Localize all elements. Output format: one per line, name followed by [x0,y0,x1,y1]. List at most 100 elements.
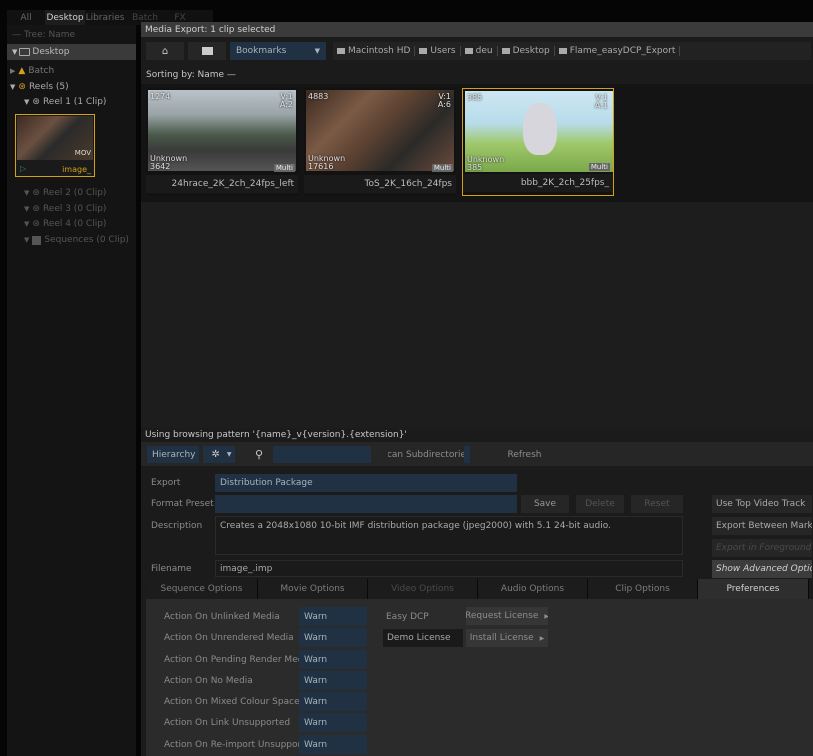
pref-label: Action On Mixed Colour Space [164,696,300,707]
export-between-marks-button[interactable]: Export Between Marks [712,517,812,535]
tree-item-reel3[interactable]: ▼ ⊛ Reel 3 (0 Clip) [24,202,106,216]
expand-arrow-icon: ▼ [12,48,18,56]
multi-badge: Multi [431,164,453,172]
request-license-button[interactable]: Request License ▶ [466,607,548,625]
pref-value-dropdown[interactable]: Warn [299,713,367,732]
pref-value-dropdown[interactable]: Warn [299,735,367,754]
delete-button[interactable]: Delete [576,495,624,513]
tree-item-reel4[interactable]: ▼ ⊛ Reel 4 (0 Clip) [24,217,106,231]
show-advanced-options-button[interactable]: Show Advanced Options [712,560,812,578]
scan-subdirectories-button[interactable]: Scan Subdirectories [388,446,470,463]
multi-badge: Multi [273,164,295,172]
sorting-label[interactable]: Sorting by: Name — [146,70,236,80]
reel-icon: ⊛ [18,82,26,92]
tree-item-sequences[interactable]: ▼ Sequences (0 Clip) [24,233,129,247]
bookmarks-dropdown[interactable]: Bookmarks ▼ [230,42,326,60]
settings-dropdown[interactable]: ✲ ▼ [203,446,235,463]
format-preset-label: Format Preset [151,499,214,509]
character-shape [523,103,557,155]
home-button[interactable]: ⌂ [146,42,184,60]
pref-row: Action On No Media Warn [164,671,367,690]
description-field[interactable]: Creates a 2048x1080 10-bit IMF distribut… [215,516,683,555]
tree-item-label: Reel 4 (0 Clip) [42,219,107,229]
tab-preferences[interactable]: Preferences [698,579,809,599]
tree-item-reel2[interactable]: ▼ ⊛ Reel 2 (0 Clip) [24,186,106,200]
tab-all[interactable]: All [7,10,45,25]
clip-format-badge: MOV [74,149,91,157]
tab-desktop[interactable]: Desktop [45,10,85,25]
request-license-label: Request License [466,611,539,621]
hierarchy-dropdown[interactable]: Hierarchy [147,446,199,463]
path-segment-5[interactable]: Flame_easyDCP_Export [555,46,681,56]
bookmarks-label: Bookmarks [236,46,287,56]
tree-item-batch[interactable]: ▶ ▲ Batch [10,64,54,78]
install-license-button[interactable]: Install License ▶ [466,629,548,647]
pref-value-dropdown[interactable]: Warn [299,607,367,626]
clip-frame-label: 385 [467,93,483,102]
play-icon[interactable]: ▷ [20,164,26,173]
expand-arrow-icon: ▼ [24,236,30,244]
format-preset-field[interactable] [215,495,517,513]
pref-label: Action On Link Unsupported [164,717,291,728]
clip-card[interactable]: 1274 V:1 A:2 Unknown 3642 Multi 24hrace_… [146,88,298,196]
tree-item-reel1[interactable]: ▼ ⊛ Reel 1 (1 Clip) [24,95,106,109]
clip-frame-label: 1274 [150,92,171,101]
license-status-field: Demo License [383,629,463,647]
clip-audio-tracks: A:2 [279,100,293,109]
path-segment-1[interactable]: Macintosh HD [333,46,416,56]
tab-sequence-options[interactable]: Sequence Options [146,579,258,599]
filename-field[interactable]: image_.imp [215,560,683,577]
folder-icon [19,48,31,56]
clip-card[interactable]: 4883 V:1 A:6 Unknown 17616 Multi ToS_2K_… [304,88,456,196]
tree-root-row[interactable]: ▼ Desktop [7,44,136,60]
tab-audio-options[interactable]: Audio Options [478,579,588,599]
chevron-right-icon: ▶ [544,612,548,620]
tree-root-label: Desktop [32,47,70,57]
tab-movie-options[interactable]: Movie Options [258,579,368,599]
tab-video-options[interactable]: Video Options [368,579,478,599]
tab-libraries[interactable]: Libraries [85,10,125,25]
media-export-title: Media Export: 1 clip selected [141,22,813,37]
tab-clip-options[interactable]: Clip Options [588,579,698,599]
pref-value-dropdown[interactable]: Warn [299,692,367,711]
export-in-foreground-button[interactable]: Export in Foreground [712,539,812,557]
search-icon[interactable]: ⚲ [255,446,269,463]
path-segment-3[interactable]: deu [461,46,498,56]
browse-pattern-label: Using browsing pattern '{name}_v{version… [145,430,407,440]
clip-count-label: 17616 [308,162,334,171]
folder-icon [464,48,473,54]
batch-icon: ▲ [18,66,26,76]
use-top-video-track-button[interactable]: Use Top Video Track [712,495,812,513]
tree-item-label: Reel 3 (0 Clip) [42,204,107,214]
path-segment-2[interactable]: Users [415,46,461,56]
clip-card-selected[interactable]: 385 V:1 A:1 Unknown 385 Multi bbb_2K_2ch… [462,88,614,196]
export-type-field[interactable]: Distribution Package [215,474,517,492]
clip-thumb-label: image_ [62,165,91,174]
tree-item-reels[interactable]: ▼ ⊛ Reels (5) [10,80,69,94]
tree-item-label: Reel 2 (0 Clip) [42,188,107,198]
path-segment-4[interactable]: Desktop [498,46,555,56]
search-input[interactable] [273,446,371,463]
tree-item-label: Batch [28,66,55,76]
clip-thumbnail[interactable]: MOV ▷ image_ [15,114,95,177]
pref-label: Action On Unlinked Media [164,611,280,622]
folder-icon [419,48,428,54]
expand-arrow-icon: ▼ [10,83,16,91]
folder-icon [337,48,345,54]
folder-icon [501,48,510,54]
pref-label: Action On Re-import Unsupported [164,739,317,750]
up-folder-button[interactable] [188,42,226,60]
pref-value-dropdown[interactable]: Warn [299,628,367,647]
sequence-icon [32,235,42,245]
pref-value-dropdown[interactable]: Warn [299,650,367,669]
clip-frame-label: 4883 [308,92,329,101]
pref-row: Action On Re-import Unsupported Warn [164,735,367,754]
clip-audio-tracks: A:6 [437,100,451,109]
pref-value-dropdown[interactable]: Warn [299,671,367,690]
save-button[interactable]: Save [521,495,569,513]
refresh-button[interactable]: Refresh [498,446,551,463]
expand-arrow-icon: ▼ [24,189,30,197]
reset-button[interactable]: Reset [631,495,683,513]
filename-label: Filename [151,564,192,574]
chevron-down-icon: ▼ [226,451,232,458]
